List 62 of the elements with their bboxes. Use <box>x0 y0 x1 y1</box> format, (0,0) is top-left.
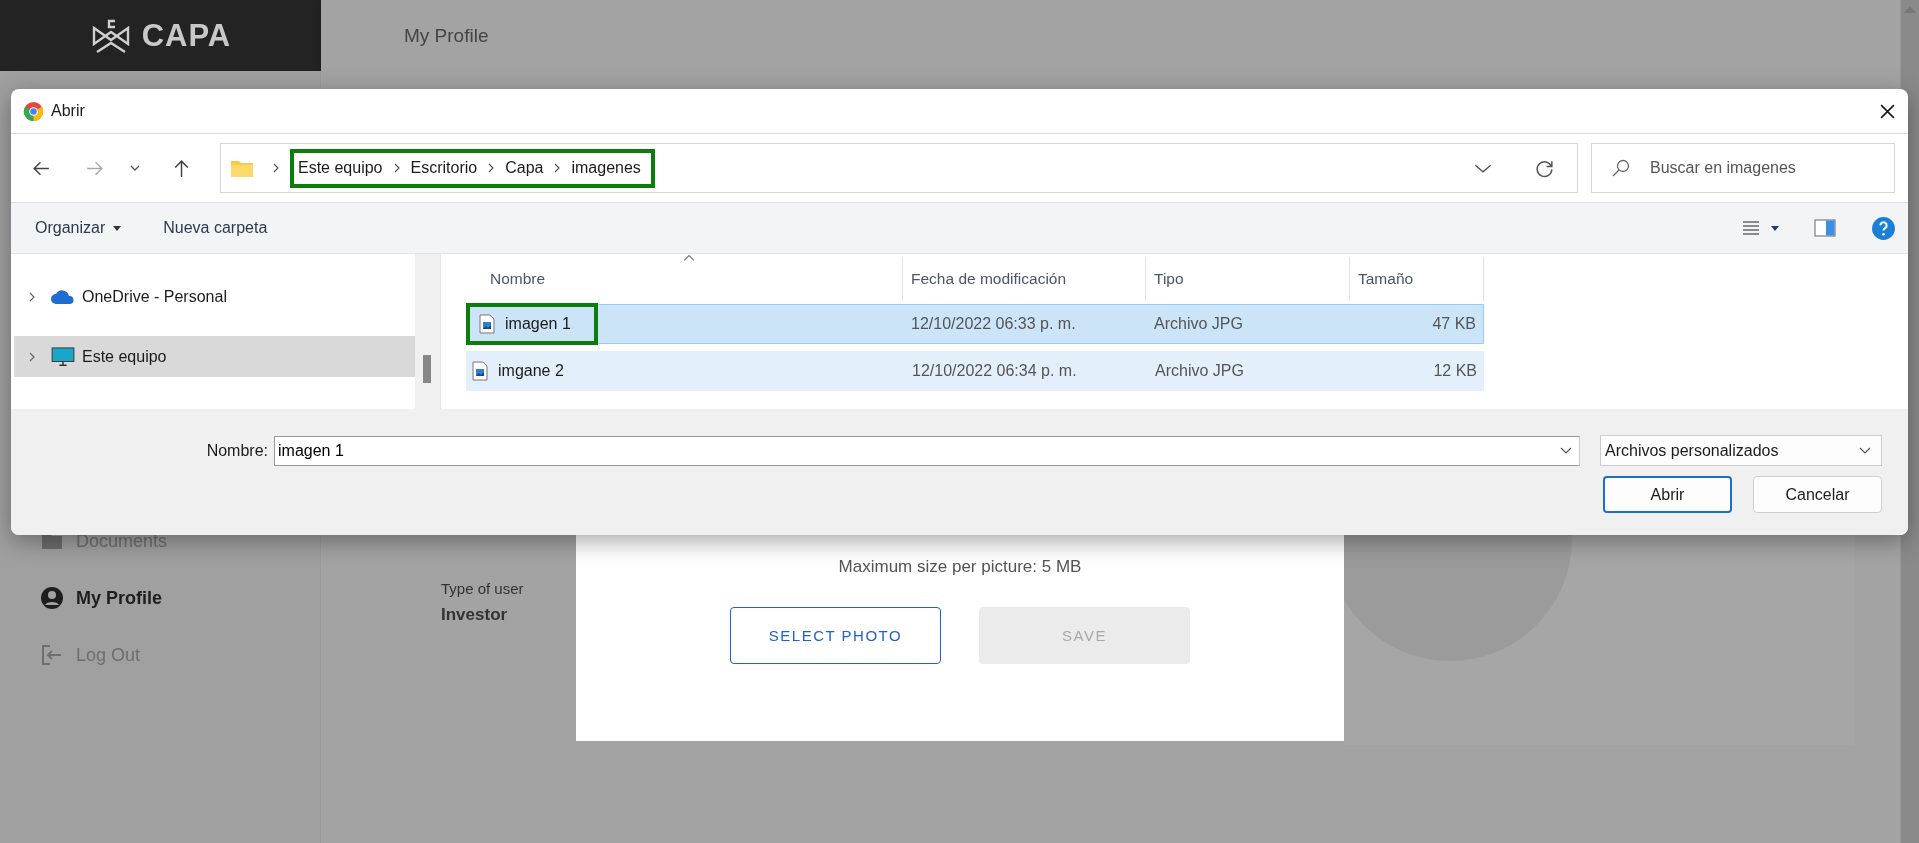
chevron-right-icon <box>272 162 280 174</box>
chevron-right-icon <box>28 350 36 363</box>
chevron-down-icon <box>1859 446 1871 455</box>
sidebar-item[interactable]: My Profile <box>0 583 320 613</box>
chevron-right-icon <box>553 161 562 174</box>
page-title: My Profile <box>404 24 489 47</box>
sort-caret-icon <box>683 254 695 262</box>
file-name: imgane 2 <box>498 362 564 380</box>
chevron-down-icon[interactable] <box>1474 162 1492 174</box>
file-size: 47 KB <box>1431 315 1477 333</box>
file-type-dropdown[interactable]: Archivos personalizados <box>1600 435 1882 466</box>
breadcrumb-item[interactable]: Capa <box>505 158 544 177</box>
size-hint: Maximum size per picture: 5 MB <box>838 557 1082 577</box>
filename-field[interactable]: imagen 1 <box>274 435 1580 466</box>
column-header[interactable]: Tamaño <box>1350 257 1484 301</box>
field-value: Investor <box>441 605 509 625</box>
photo-button[interactable]: SELECT PHOTO <box>730 607 941 664</box>
file-name: imagen 1 <box>505 315 571 333</box>
nav-pane-item[interactable]: Este equipo <box>14 336 415 377</box>
monitor-icon <box>50 346 76 367</box>
breadcrumb-item[interactable]: Este equipo <box>298 158 383 177</box>
dialog-button[interactable]: Cancelar <box>1753 476 1882 513</box>
chevron-right-icon <box>28 290 36 303</box>
image-file-icon <box>472 361 488 381</box>
browser-icon <box>22 99 45 123</box>
toolbar-button[interactable]: Nueva carpeta <box>157 215 274 241</box>
image-file-icon <box>479 314 495 334</box>
column-header[interactable]: Fecha de modificación <box>903 257 1146 301</box>
chevron-down-icon[interactable] <box>1560 446 1572 455</box>
file-type: Archivo JPG <box>1153 315 1244 333</box>
breadcrumb-item[interactable]: imagenes <box>571 158 641 177</box>
field-label: Type of user <box>441 580 525 597</box>
search-field[interactable]: Buscar en imagenes <box>1591 143 1895 193</box>
chevron-right-icon <box>487 161 496 174</box>
file-date: 12/10/2022 06:34 p. m. <box>911 362 1078 380</box>
nav-pane-item[interactable]: OneDrive - Personal <box>14 276 415 317</box>
toolbar-button[interactable]: Organizar <box>29 215 128 241</box>
caret-icon[interactable] <box>1771 225 1779 231</box>
logout-icon <box>40 643 64 667</box>
user-icon <box>40 586 64 610</box>
file-size: 12 KB <box>1432 362 1478 380</box>
column-header[interactable]: Nombre <box>466 257 903 301</box>
file-type: Archivo JPG <box>1154 362 1245 380</box>
breadcrumb-item[interactable]: Escritorio <box>410 158 478 177</box>
filename-label: Nombre: <box>206 441 268 460</box>
scrollbar-thumb[interactable] <box>423 355 431 383</box>
logo-text: CAPA <box>141 17 232 54</box>
file-row[interactable]: imagen 1 12/10/2022 06:33 p. m. Archivo JPG 47 KB <box>466 304 1484 344</box>
help-icon[interactable] <box>1871 215 1896 241</box>
dialog-title: Abrir <box>51 102 85 120</box>
search-icon <box>1611 158 1631 178</box>
file-date: 12/10/2022 06:33 p. m. <box>910 315 1077 333</box>
preview-pane-icon[interactable] <box>1813 218 1837 238</box>
file-row[interactable]: imgane 2 12/10/2022 06:34 p. m. Archivo JPG 12 KB <box>466 351 1484 391</box>
address-bar[interactable]: Este equipo Escritorio Capa imagenes <box>220 143 1578 193</box>
column-header[interactable]: Tipo <box>1146 257 1350 301</box>
list-view-icon[interactable] <box>1741 218 1761 238</box>
chevron-right-icon <box>392 161 401 174</box>
close-icon[interactable] <box>1879 102 1896 120</box>
dialog-button[interactable]: Abrir <box>1603 476 1732 513</box>
caret-icon <box>113 225 122 231</box>
folder-icon <box>230 158 254 178</box>
